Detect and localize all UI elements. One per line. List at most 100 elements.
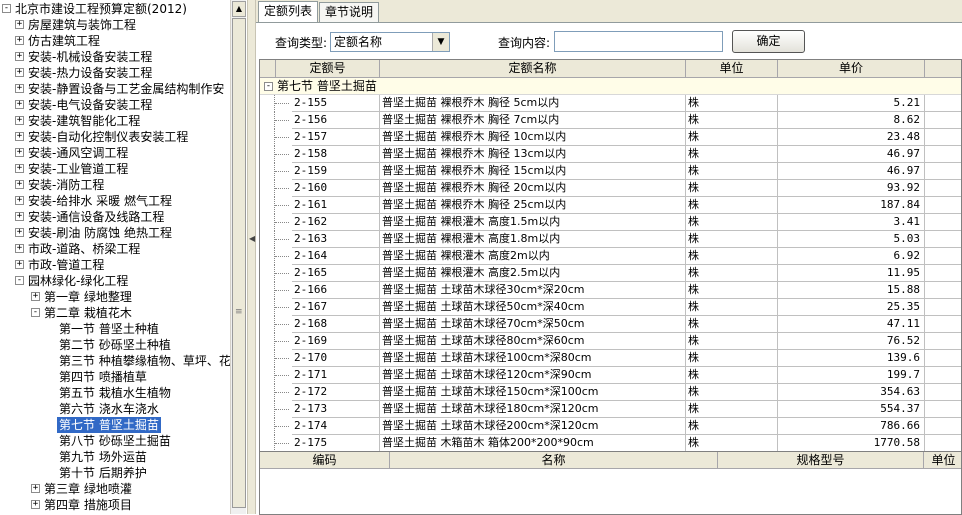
table-row[interactable]: 2-159 普坚土掘苗 裸根乔木 胸径 15cm以内株 46.97	[260, 163, 961, 180]
cell-price[interactable]: 23.48	[778, 129, 925, 146]
cell-unit[interactable]: 株	[686, 384, 778, 401]
cell-name[interactable]: 普坚土掘苗 裸根灌木 高度1.8m以内	[380, 231, 686, 248]
cell-unit[interactable]: 株	[686, 214, 778, 231]
cell-name[interactable]: 普坚土掘苗 土球苗木球径120cm*深90cm	[380, 367, 686, 384]
table-row[interactable]: 2-155 普坚土掘苗 裸根乔木 胸径 5cm以内株 5.21	[260, 95, 961, 112]
expand-icon[interactable]: +	[15, 212, 24, 221]
expand-icon[interactable]: +	[31, 292, 40, 301]
table-row[interactable]: 2-166 普坚土掘苗 土球苗木球径30cm*深20cm 株 15.88	[260, 282, 961, 299]
cell-code[interactable]: 2-174	[292, 418, 380, 435]
cell-price[interactable]: 25.35	[778, 299, 925, 316]
table-row[interactable]: 2-157 普坚土掘苗 裸根乔木 胸径 10cm以内株 23.48	[260, 129, 961, 146]
col-header-spec[interactable]: 规格型号	[718, 452, 924, 469]
cell-name[interactable]: 普坚土掘苗 土球苗木球径180cm*深120cm	[380, 401, 686, 418]
table-row[interactable]: 2-170 普坚土掘苗 土球苗木球径100cm*深80cm 株 139.6	[260, 350, 961, 367]
cell-unit[interactable]: 株	[686, 333, 778, 350]
table-row[interactable]: 2-175 普坚土掘苗 木箱苗木 箱体200*200*90cm 株 1770.58	[260, 435, 961, 452]
tab-section-notes[interactable]: 章节说明	[319, 2, 380, 22]
cell-unit[interactable]: 株	[686, 146, 778, 163]
cell-unit[interactable]: 株	[686, 282, 778, 299]
cell-name[interactable]: 普坚土掘苗 裸根灌木 高度2.5m以内	[380, 265, 686, 282]
cell-price[interactable]: 5.03	[778, 231, 925, 248]
query-content-input[interactable]	[554, 31, 723, 52]
cell-name[interactable]: 普坚土掘苗 土球苗木球径80cm*深60cm	[380, 333, 686, 350]
cell-unit[interactable]: 株	[686, 112, 778, 129]
cell-price[interactable]: 47.11	[778, 316, 925, 333]
table-row[interactable]: 2-162 普坚土掘苗 裸根灌木 高度1.5m以内株 3.41	[260, 214, 961, 231]
cell-price[interactable]: 6.92	[778, 248, 925, 265]
col-header-price[interactable]: 单价	[778, 60, 925, 78]
cell-name[interactable]: 普坚土掘苗 土球苗木球径50cm*深40cm	[380, 299, 686, 316]
collapse-icon[interactable]: -	[2, 4, 11, 13]
cell-price[interactable]: 76.52	[778, 333, 925, 350]
table-row[interactable]: 2-158 普坚土掘苗 裸根乔木 胸径 13cm以内株 46.97	[260, 146, 961, 163]
expand-icon[interactable]: +	[15, 100, 24, 109]
cell-unit[interactable]: 株	[686, 163, 778, 180]
cell-price[interactable]: 93.92	[778, 180, 925, 197]
cell-price[interactable]: 11.95	[778, 265, 925, 282]
quota-grid[interactable]: 定额号 定额名称 单位 单价 - 第七节 普坚土掘苗 2-155 普坚土掘苗 裸根…	[259, 59, 962, 464]
cell-code[interactable]: 2-162	[292, 214, 380, 231]
cell-unit[interactable]: 株	[686, 95, 778, 112]
cell-name[interactable]: 普坚土掘苗 裸根灌木 高度2m以内	[380, 248, 686, 265]
cell-name[interactable]: 普坚土掘苗 裸根乔木 胸径 13cm以内	[380, 146, 686, 163]
table-row[interactable]: 2-169 普坚土掘苗 土球苗木球径80cm*深60cm 株 76.52	[260, 333, 961, 350]
collapse-icon[interactable]: -	[15, 276, 24, 285]
cell-code[interactable]: 2-165	[292, 265, 380, 282]
expand-icon[interactable]: +	[15, 228, 24, 237]
expand-icon[interactable]: +	[15, 36, 24, 45]
expand-icon[interactable]: +	[15, 180, 24, 189]
cell-code[interactable]: 2-173	[292, 401, 380, 418]
expand-icon[interactable]: +	[15, 52, 24, 61]
cell-code[interactable]: 2-170	[292, 350, 380, 367]
cell-unit[interactable]: 株	[686, 248, 778, 265]
cell-name[interactable]: 普坚土掘苗 裸根乔木 胸径 25cm以内	[380, 197, 686, 214]
cell-code[interactable]: 2-160	[292, 180, 380, 197]
scroll-thumb[interactable]	[232, 18, 246, 508]
expand-icon[interactable]: +	[15, 84, 24, 93]
table-row[interactable]: 2-174 普坚土掘苗 土球苗木球径200cm*深120cm 株 786.66	[260, 418, 961, 435]
table-row[interactable]: 2-163 普坚土掘苗 裸根灌木 高度1.8m以内株 5.03	[260, 231, 961, 248]
cell-name[interactable]: 普坚土掘苗 裸根乔木 胸径 5cm以内	[380, 95, 686, 112]
cell-price[interactable]: 139.6	[778, 350, 925, 367]
col-header-resource-name[interactable]: 名称	[390, 452, 718, 469]
cell-price[interactable]: 46.97	[778, 163, 925, 180]
table-row[interactable]: 2-156 普坚土掘苗 裸根乔木 胸径 7cm以内株 8.62	[260, 112, 961, 129]
col-header-unit[interactable]: 单位	[686, 60, 778, 78]
cell-unit[interactable]: 株	[686, 316, 778, 333]
cell-price[interactable]: 8.62	[778, 112, 925, 129]
cell-name[interactable]: 普坚土掘苗 裸根乔木 胸径 15cm以内	[380, 163, 686, 180]
table-row[interactable]: 2-173 普坚土掘苗 土球苗木球径180cm*深120cm 株 554.37	[260, 401, 961, 418]
cell-code[interactable]: 2-172	[292, 384, 380, 401]
cell-code[interactable]: 2-168	[292, 316, 380, 333]
cell-unit[interactable]: 株	[686, 435, 778, 452]
cell-price[interactable]: 187.84	[778, 197, 925, 214]
cell-unit[interactable]: 株	[686, 299, 778, 316]
col-header-resource-code[interactable]: 编码	[260, 452, 390, 469]
table-row[interactable]: 2-164 普坚土掘苗 裸根灌木 高度2m以内株 6.92	[260, 248, 961, 265]
col-header-code[interactable]: 定额号	[276, 60, 380, 78]
expand-icon[interactable]: +	[15, 196, 24, 205]
confirm-button[interactable]: 确定	[732, 30, 805, 53]
cell-unit[interactable]: 株	[686, 350, 778, 367]
cell-name[interactable]: 普坚土掘苗 裸根灌木 高度1.5m以内	[380, 214, 686, 231]
cell-price[interactable]: 5.21	[778, 95, 925, 112]
expand-icon[interactable]: +	[15, 244, 24, 253]
table-row[interactable]: 2-171 普坚土掘苗 土球苗木球径120cm*深90cm 株 199.7	[260, 367, 961, 384]
cell-unit[interactable]: 株	[686, 180, 778, 197]
table-row[interactable]: 2-160 普坚土掘苗 裸根乔木 胸径 20cm以内株 93.92	[260, 180, 961, 197]
collapse-icon[interactable]: -	[31, 308, 40, 317]
cell-name[interactable]: 普坚土掘苗 裸根乔木 胸径 10cm以内	[380, 129, 686, 146]
table-row[interactable]: 2-161 普坚土掘苗 裸根乔木 胸径 25cm以内株 187.84	[260, 197, 961, 214]
cell-code[interactable]: 2-166	[292, 282, 380, 299]
cell-price[interactable]: 786.66	[778, 418, 925, 435]
expand-icon[interactable]: +	[31, 500, 40, 509]
expand-icon[interactable]: +	[15, 20, 24, 29]
cell-code[interactable]: 2-164	[292, 248, 380, 265]
cell-code[interactable]: 2-161	[292, 197, 380, 214]
cell-name[interactable]: 普坚土掘苗 土球苗木球径150cm*深100cm	[380, 384, 686, 401]
col-header-resource-unit[interactable]: 单位	[924, 452, 961, 469]
tree-scrollbar[interactable]: ▲ ≡	[230, 0, 246, 514]
resource-grid[interactable]: 编码 名称 规格型号 单位	[259, 451, 962, 515]
table-row[interactable]: 2-167 普坚土掘苗 土球苗木球径50cm*深40cm 株 25.35	[260, 299, 961, 316]
